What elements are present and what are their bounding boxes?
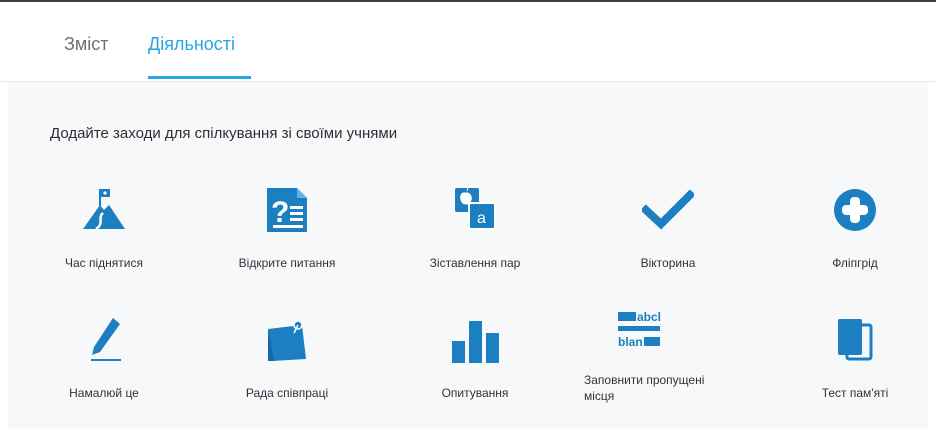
activity-fill-blanks[interactable]: abcl blan Заповнити пропущені місця [568, 310, 718, 418]
activity-label: Зіставлення пар [429, 256, 521, 270]
activity-memory-test[interactable]: Тест пам'яті [780, 310, 930, 418]
activity-label: Намалюй це [69, 386, 139, 400]
match-pairs-icon: a [400, 180, 550, 240]
activity-label: Вікторина [640, 256, 696, 270]
activity-label: Заповнити пропущені місця [584, 373, 705, 403]
activity-open-question[interactable]: ? Відкрите питання [212, 180, 362, 288]
active-tab-indicator [148, 76, 251, 79]
open-question-icon: ? [212, 180, 362, 240]
svg-text:?: ? [271, 196, 289, 229]
activity-label: Тест пам'яті [821, 386, 889, 400]
mountain-flag-icon [29, 180, 179, 240]
activity-label: Рада співпраці [245, 386, 329, 400]
collaboration-board-icon [212, 310, 362, 370]
memory-cards-icon [780, 310, 930, 370]
tab-bar: Зміст Діяльності [0, 2, 936, 82]
plus-circle-icon [780, 180, 930, 240]
activity-quiz[interactable]: Вікторина [593, 180, 743, 288]
panel-heading: Додайте заходи для спілкування зі своїми… [50, 125, 398, 142]
blank-word-2: blan [618, 335, 643, 349]
tab-activities[interactable]: Діяльності [148, 34, 235, 55]
activity-label: Фліпгрід [832, 256, 878, 270]
activity-label: Відкрите питання [238, 256, 336, 270]
activities-panel: Додайте заходи для спілкування зі своїми… [8, 82, 928, 428]
activity-flipgrid[interactable]: Фліпгрід [780, 180, 930, 288]
activity-label: Час піднятися [65, 256, 143, 270]
tab-content[interactable]: Зміст [64, 34, 109, 55]
blank-word-1: abcl [637, 310, 661, 324]
bar-chart-icon [400, 310, 550, 370]
activity-poll[interactable]: Опитування [400, 310, 550, 418]
activity-draw-it[interactable]: Намалюй це [29, 310, 179, 418]
activity-match-pairs[interactable]: a Зіставлення пар [400, 180, 550, 288]
activity-climb[interactable]: Час піднятися [29, 180, 179, 288]
activity-collab-board[interactable]: Рада співпраці [212, 310, 362, 418]
svg-text:a: a [477, 210, 486, 227]
checkmark-icon [593, 180, 743, 240]
pencil-icon [29, 310, 179, 370]
activity-label: Опитування [441, 386, 509, 400]
fill-blanks-icon: abcl blan [598, 302, 682, 358]
